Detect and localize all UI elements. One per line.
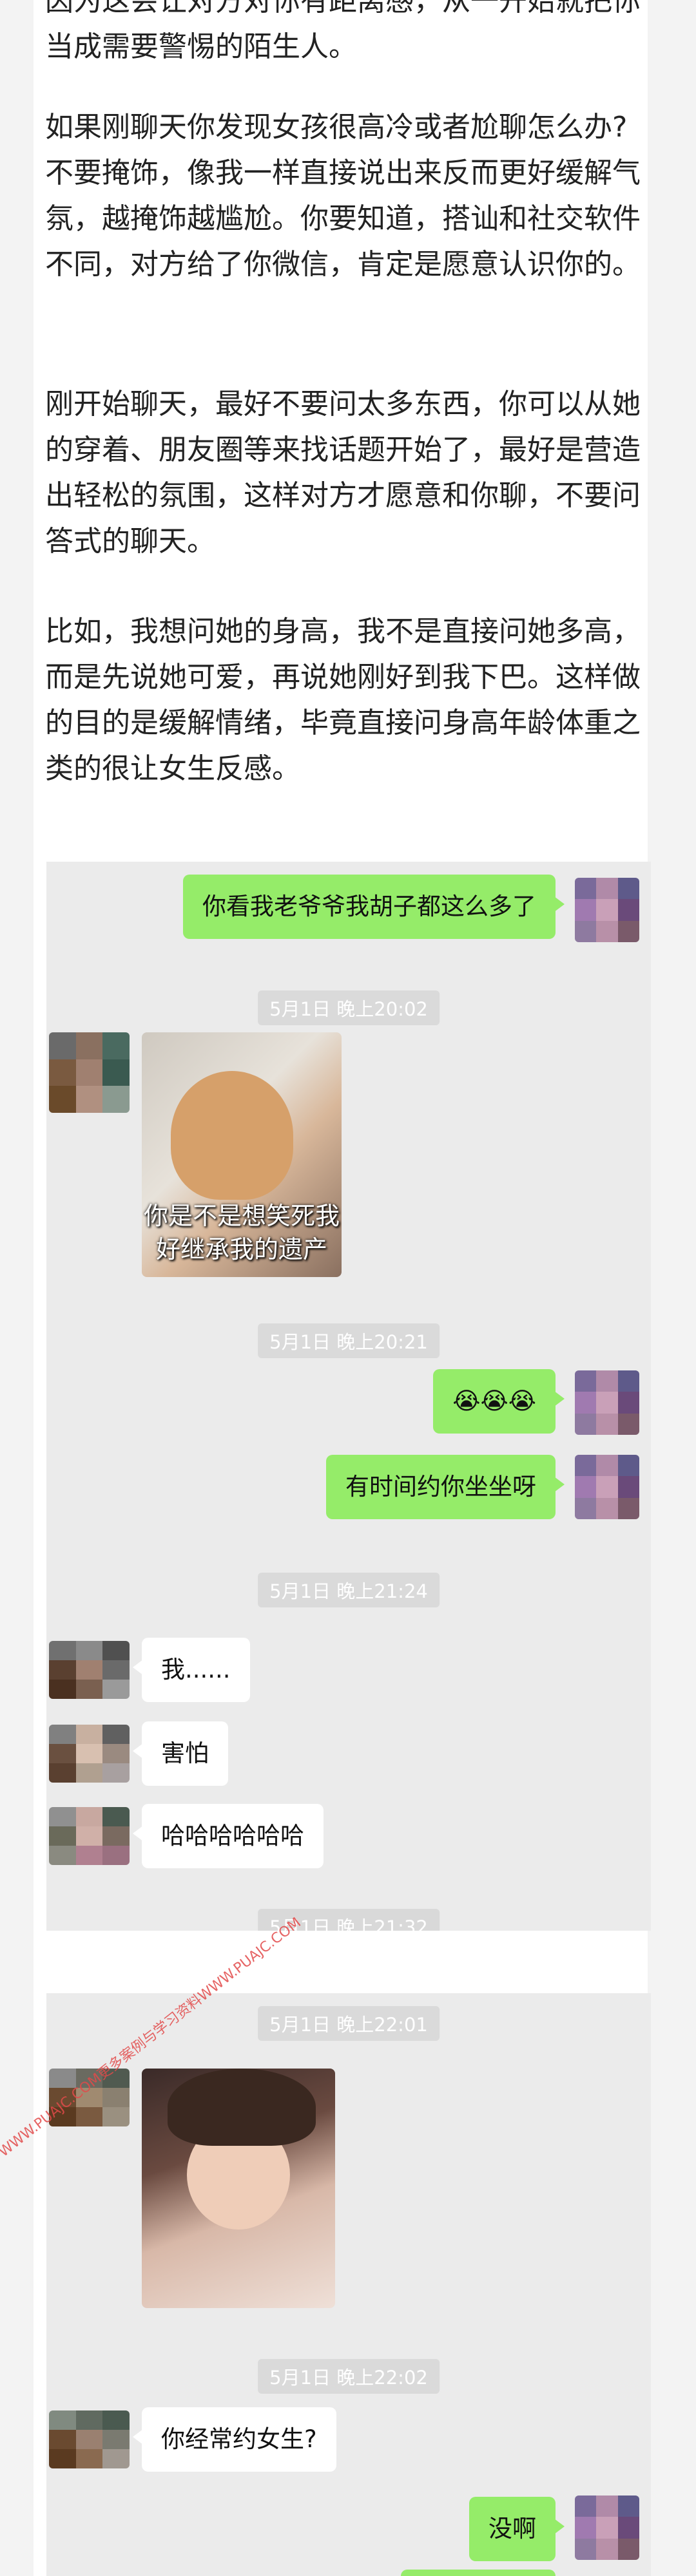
received-message: 我...... [133,1638,250,1702]
received-message: 你经常约女生? [133,2407,336,2472]
contact-avatar [49,2410,130,2468]
timestamp: 5月1日 晚上20:21 [258,1323,440,1358]
article-paragraph: 如果刚聊天你发现女孩很高冷或者尬聊怎么办?不要掩饰，像我一样直接说出来反而更好缓… [45,111,641,281]
contact-avatar [49,1725,130,1783]
sent-message: 有时间约你坐坐呀 [326,1455,565,1519]
timestamp: 5月1日 晚上20:02 [258,990,440,1025]
child-hair [168,2069,316,2146]
timestamp: 5月1日 晚上22:01 [258,2006,440,2041]
received-message: 哈哈哈哈哈哈 [133,1804,324,1868]
sent-message: 没啊 [469,2497,565,2561]
article-paragraph: 比如，我想问她的身高，我不是直接问她多高，而是先说她可爱，再说她刚好到我下巴。这… [45,615,641,785]
self-avatar [575,1370,639,1435]
timestamp: 5月1日 晚上22:02 [258,2359,440,2394]
sent-message-partial [401,2570,556,2576]
sent-message: 你看我老爷爷我胡子都这么多了 [183,875,565,939]
timestamp: 5月1日 晚上21:24 [258,1573,440,1607]
article-paragraph: 因为这会让对方对你有距离感，从一开始就把你当成需要警惕的陌生人。 [45,0,641,63]
meme-image[interactable]: 你是不是想笑死我 好继承我的遗产 [142,1032,342,1277]
self-avatar [575,878,639,942]
self-avatar [575,2496,639,2560]
contact-avatar [49,1641,130,1699]
meme-caption: 好继承我的遗产 [155,1235,327,1264]
received-message: 害怕 [133,1721,228,1786]
article-paragraph: 刚开始聊天，最好不要问太多东西，你可以从她的穿着、朋友圈等来找话题开始了，最好是… [45,388,641,558]
sent-message: 😭😭😭 [433,1369,565,1434]
meme-caption: 你是不是想笑死我 [143,1202,340,1230]
cat-figure [171,1071,293,1200]
contact-avatar [49,1032,130,1113]
chat-screenshot-1: 你看我老爷爷我胡子都这么多了 5月1日 晚上20:02 你是不是想笑死我 好继承… [46,862,651,1931]
baby-photo[interactable] [142,2069,335,2308]
chat-screenshot-2: 5月1日 晚上22:01 5月1日 晚上22:02 你经常约女生? 没啊 [46,1993,651,2576]
contact-avatar [49,1807,130,1865]
self-avatar [575,1455,639,1519]
